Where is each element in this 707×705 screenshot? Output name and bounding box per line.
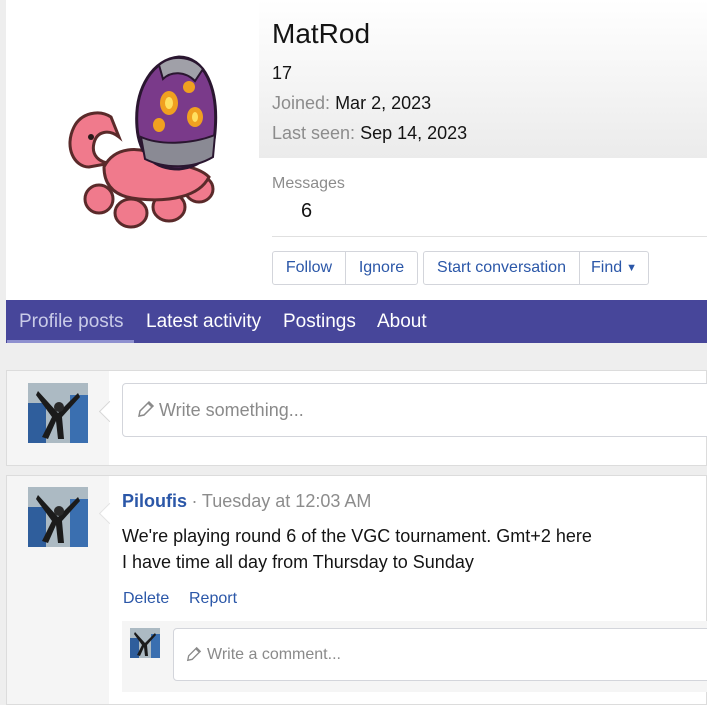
ignore-button[interactable]: Ignore xyxy=(345,252,417,284)
write-comment-input[interactable]: Write a comment... xyxy=(173,628,707,681)
post-body: We're playing round 6 of the VGC tournam… xyxy=(122,523,592,575)
pencil-icon xyxy=(186,646,202,667)
messages-count[interactable]: 6 xyxy=(301,200,312,223)
delete-link[interactable]: Delete xyxy=(123,590,169,608)
active-tab-indicator xyxy=(7,340,134,343)
avatar-image-icon xyxy=(28,383,88,443)
tab-profile-posts[interactable]: Profile posts xyxy=(19,300,124,343)
comment-user-avatar[interactable] xyxy=(130,628,160,658)
profile-tabs: Profile posts Latest activity Postings A… xyxy=(6,300,707,343)
conversation-find-group: Start conversation Find ▼ xyxy=(423,251,649,285)
joined-label: Joined: xyxy=(272,93,331,113)
report-link[interactable]: Report xyxy=(189,590,237,608)
pencil-icon xyxy=(137,400,155,423)
write-something-input[interactable]: Write something... xyxy=(122,383,707,437)
post-author-avatar[interactable] xyxy=(28,487,88,547)
messages-label: Messages xyxy=(272,175,345,192)
post-separator: · xyxy=(191,491,198,511)
follow-button[interactable]: Follow xyxy=(273,252,345,284)
post-header: Piloufis · Tuesday at 12:03 AM xyxy=(122,491,371,512)
caret-down-icon: ▼ xyxy=(626,262,637,274)
post-body-line: I have time all day from Thursday to Sun… xyxy=(122,552,474,572)
tab-postings[interactable]: Postings xyxy=(283,300,356,343)
write-something-placeholder: Write something... xyxy=(159,400,304,420)
start-conversation-button[interactable]: Start conversation xyxy=(424,252,579,284)
avatar-image-icon xyxy=(130,628,160,658)
write-comment-placeholder: Write a comment... xyxy=(207,646,341,663)
find-button[interactable]: Find ▼ xyxy=(579,252,648,284)
tab-about[interactable]: About xyxy=(377,300,427,343)
profile-divider xyxy=(272,236,707,237)
profile-joined: Joined: Mar 2, 2023 xyxy=(272,93,431,114)
post-timestamp[interactable]: Tuesday at 12:03 AM xyxy=(202,491,371,511)
tab-latest-activity[interactable]: Latest activity xyxy=(146,300,261,343)
pokemon-sprite-icon xyxy=(68,55,218,229)
profile-username: MatRod xyxy=(272,18,371,49)
post-author[interactable]: Piloufis xyxy=(122,491,187,511)
last-seen-date: Sep 14, 2023 xyxy=(360,123,468,143)
find-label: Find xyxy=(590,259,623,276)
post-body-line: We're playing round 6 of the VGC tournam… xyxy=(122,526,592,546)
profile-age: 17 xyxy=(272,63,293,83)
profile-last-seen: Last seen: Sep 14, 2023 xyxy=(272,123,467,144)
user-avatar[interactable] xyxy=(28,383,88,443)
profile-avatar[interactable] xyxy=(19,17,259,255)
follow-ignore-group: Follow Ignore xyxy=(272,251,418,285)
joined-date: Mar 2, 2023 xyxy=(335,93,432,113)
avatar-image-icon xyxy=(28,487,88,547)
last-seen-label: Last seen: xyxy=(272,123,356,143)
